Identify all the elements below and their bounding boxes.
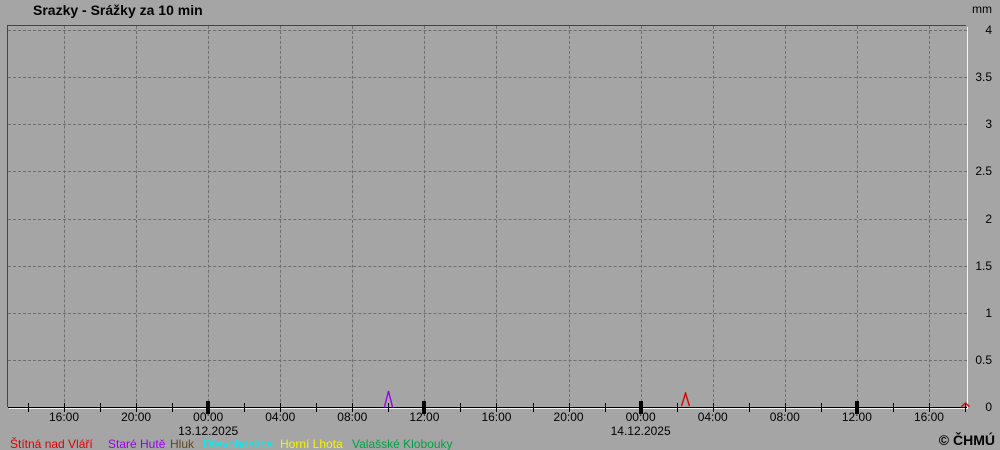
y-gridline [8, 266, 967, 267]
x-axis-tick [316, 403, 317, 412]
x-tick-label: 12:00 [842, 410, 872, 424]
x-gridline [424, 26, 425, 407]
x-axis-tick [749, 403, 750, 412]
x-axis-tick [893, 403, 894, 412]
x-tick-label: 20:00 [121, 410, 151, 424]
chart-title: Srazky - Srážky za 10 min [33, 2, 203, 18]
y-tick-label: 0 [968, 401, 992, 413]
y-axis-unit-label: mm [968, 2, 992, 16]
plot-area [8, 26, 967, 408]
date-label: 13.12.2025 [178, 424, 238, 438]
y-tick-label: 4 [968, 24, 992, 36]
x-axis-tick [605, 403, 606, 412]
y-gridline [8, 313, 967, 314]
y-tick-label: 3 [968, 118, 992, 130]
x-tick-label: 16:00 [49, 410, 79, 424]
x-tick-label: 00:00 [193, 410, 223, 424]
legend-item: Štítná nad Vláří [10, 437, 93, 450]
x-tick-label: 00:00 [626, 410, 656, 424]
x-gridline [64, 26, 65, 407]
y-tick-label: 1 [968, 307, 992, 319]
legend-item: Dřevohostice [203, 437, 273, 450]
x-gridline [496, 26, 497, 407]
copyright-label: © ČHMÚ [939, 432, 995, 448]
y-tick-label: 2 [968, 213, 992, 225]
x-tick-label: 16:00 [481, 410, 511, 424]
x-tick-label: 16:00 [914, 410, 944, 424]
x-tick-label: 20:00 [554, 410, 584, 424]
y-gridline [8, 360, 967, 361]
x-gridline [857, 26, 858, 407]
data-spike [384, 390, 393, 407]
y-gridline [8, 171, 967, 172]
x-axis-tick [677, 403, 678, 412]
y-gridline [8, 77, 967, 78]
data-spike [681, 392, 690, 407]
x-gridline [569, 26, 570, 407]
y-gridline [8, 30, 967, 31]
legend-item: Staré Hutě [108, 437, 165, 450]
x-gridline [929, 26, 930, 407]
x-axis-tick [100, 403, 101, 412]
x-axis-tick [172, 403, 173, 412]
x-tick-label: 04:00 [265, 410, 295, 424]
y-tick-label: 3.5 [968, 71, 992, 83]
legend-item: Hluk [170, 437, 194, 450]
x-tick-label: 04:00 [698, 410, 728, 424]
y-tick-label: 2.5 [968, 165, 992, 177]
x-tick-label: 08:00 [770, 410, 800, 424]
legend-item: Horní Lhota [280, 437, 343, 450]
x-axis-tick [460, 403, 461, 412]
legend-item: Valašské Klobouky [352, 437, 453, 450]
x-gridline [713, 26, 714, 407]
x-gridline [280, 26, 281, 407]
y-gridline [8, 124, 967, 125]
y-tick-label: 1.5 [968, 260, 992, 272]
y-tick-label: 0.5 [968, 354, 992, 366]
x-tick-label: 12:00 [409, 410, 439, 424]
x-axis-tick [28, 403, 29, 412]
x-gridline [208, 26, 209, 407]
x-axis-tick [821, 403, 822, 412]
x-gridline [641, 26, 642, 407]
x-gridline [785, 26, 786, 407]
y-gridline [8, 219, 967, 220]
x-axis-tick [244, 403, 245, 412]
date-label: 14.12.2025 [611, 424, 671, 438]
x-gridline [136, 26, 137, 407]
x-tick-label: 08:00 [337, 410, 367, 424]
x-gridline [352, 26, 353, 407]
precipitation-chart-window: Srazky - Srážky za 10 min mm 4 3.5 3 2.5 2 1.… [0, 0, 1000, 450]
legend: Štítná nad Vláří Staré Hutě Hluk Dřevohosti… [0, 437, 1000, 450]
x-axis-tick [533, 403, 534, 412]
